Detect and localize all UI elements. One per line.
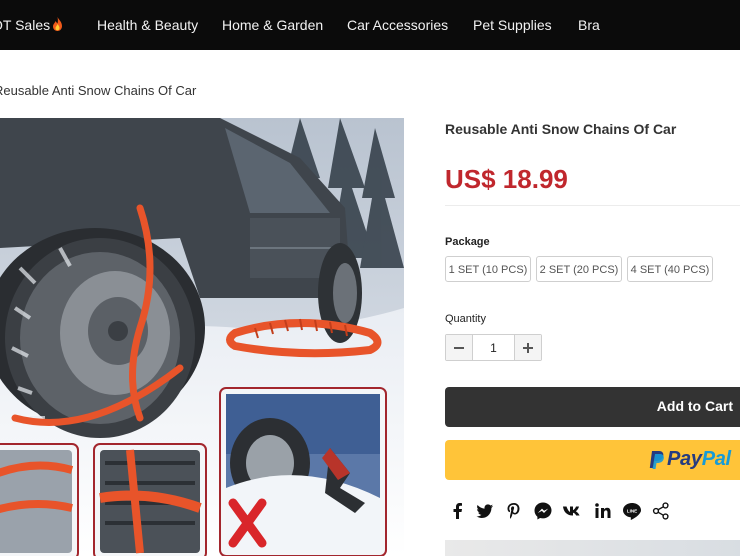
facebook-icon[interactable] xyxy=(448,501,468,521)
related-image-strip xyxy=(445,540,740,556)
quantity-label: Quantity xyxy=(445,313,486,325)
minus-icon xyxy=(454,347,464,349)
package-option-2-set[interactable]: 2 SET (20 PCS) xyxy=(536,256,622,282)
linkedin-icon[interactable] xyxy=(593,501,613,521)
nav-item-health-beauty[interactable]: Health & Beauty xyxy=(97,0,198,50)
product-price: US$ 18.99 xyxy=(445,164,568,194)
messenger-icon[interactable] xyxy=(533,501,553,521)
quantity-decrease-button[interactable] xyxy=(446,335,473,360)
breadcrumb: Reusable Anti Snow Chains Of Car xyxy=(0,83,197,98)
paypal-word-pal: Pal xyxy=(701,448,731,470)
quantity-input[interactable] xyxy=(473,335,514,360)
product-title: Reusable Anti Snow Chains Of Car xyxy=(445,121,677,137)
svg-text:LINE: LINE xyxy=(627,508,637,513)
add-to-cart-button[interactable]: Add to Cart xyxy=(445,387,740,427)
quantity-increase-button[interactable] xyxy=(514,335,541,360)
paypal-wordmark: PayPal xyxy=(667,448,731,471)
nav-item-label: OT Sales xyxy=(0,17,51,33)
pinterest-icon[interactable] xyxy=(504,501,524,521)
top-navigation: OT Sales Health & Beauty Home & Garden C… xyxy=(0,0,740,50)
package-option-1-set[interactable]: 1 SET (10 PCS) xyxy=(445,256,531,282)
package-label: Package xyxy=(445,236,490,248)
add-to-cart-label: Add to Cart xyxy=(656,398,733,414)
nav-item-hot-sales[interactable]: OT Sales xyxy=(0,0,63,50)
paypal-button[interactable]: PayPal xyxy=(445,440,740,480)
nav-item-home-garden[interactable]: Home & Garden xyxy=(222,0,323,50)
line-icon[interactable]: LINE xyxy=(622,501,642,521)
product-image[interactable] xyxy=(0,118,404,556)
nav-item-pet-supplies[interactable]: Pet Supplies xyxy=(473,0,552,50)
fire-icon xyxy=(53,17,63,31)
divider xyxy=(445,205,740,206)
vk-icon[interactable] xyxy=(562,501,582,521)
paypal-word-pay: Pay xyxy=(667,448,702,470)
share-icon[interactable] xyxy=(651,501,671,521)
quantity-stepper xyxy=(445,334,542,361)
twitter-icon[interactable] xyxy=(475,501,495,521)
package-option-4-set[interactable]: 4 SET (40 PCS) xyxy=(627,256,713,282)
nav-item-bra[interactable]: Bra xyxy=(578,0,600,50)
nav-item-car-accessories[interactable]: Car Accessories xyxy=(347,0,448,50)
plus-icon xyxy=(523,343,533,353)
paypal-logo-icon xyxy=(649,451,664,469)
